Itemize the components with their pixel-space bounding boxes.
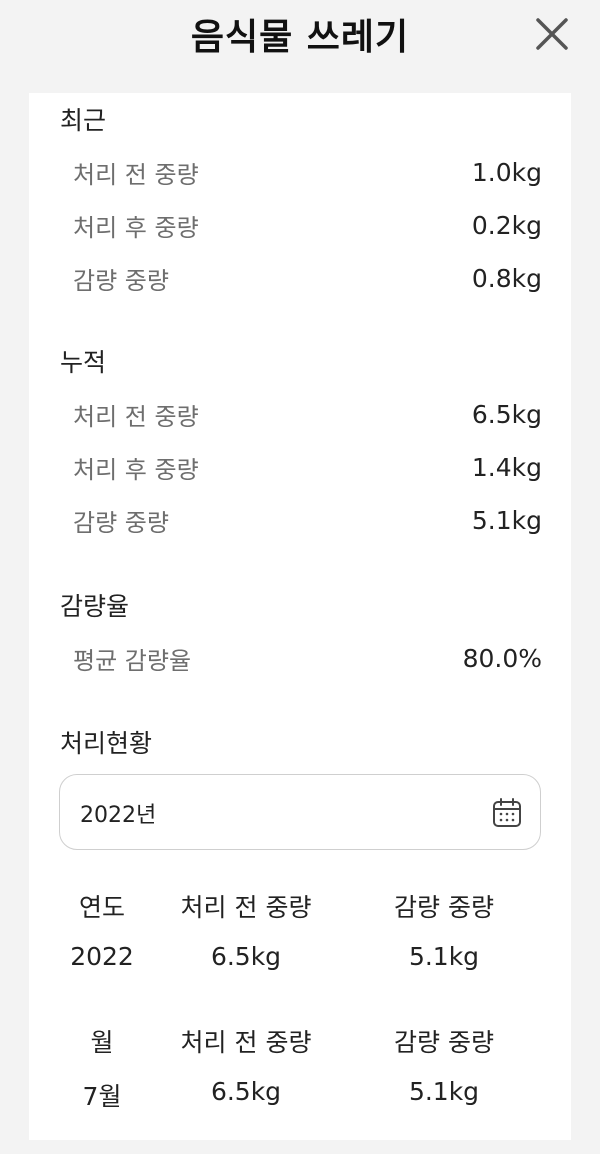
recent-row-reduced-weight: 감량 중량 0.8kg — [73, 260, 542, 296]
reduction-row-average-rate: 평균 감량율 80.0% — [73, 640, 542, 676]
monthly-value-reduced-weight: 5.1kg — [408, 1077, 480, 1106]
row-label: 처리 후 중량 — [73, 213, 199, 242]
year-picker-value: 2022년 — [80, 803, 157, 828]
page-title: 음식물 쓰레기 — [190, 17, 410, 58]
yearly-value-reduced-weight: 5.1kg — [408, 942, 480, 971]
cumulative-row-reduced-weight: 감량 중량 5.1kg — [73, 502, 542, 538]
row-value: 0.2kg — [471, 210, 542, 240]
close-button[interactable] — [532, 14, 572, 54]
monthly-header-month: 월 — [90, 1028, 114, 1057]
recent-row-before-weight: 처리 전 중량 1.0kg — [73, 154, 542, 190]
row-value: 0.8kg — [471, 263, 542, 293]
close-icon — [536, 18, 568, 50]
row-label: 감량 중량 — [73, 508, 169, 537]
row-label: 처리 후 중량 — [73, 455, 199, 484]
cumulative-row-before-weight: 처리 전 중량 6.5kg — [73, 396, 542, 432]
row-value: 5.1kg — [471, 505, 542, 535]
calendar-icon — [493, 798, 521, 827]
monthly-header-before-weight: 처리 전 중량 — [180, 1028, 312, 1057]
content-card: 최근 처리 전 중량 1.0kg 처리 후 중량 0.2kg 감량 중량 0.8… — [29, 93, 571, 1140]
yearly-value-before-weight: 6.5kg — [210, 942, 282, 971]
monthly-value-before-weight: 6.5kg — [210, 1077, 282, 1106]
monthly-header-reduced-weight: 감량 중량 — [394, 1028, 494, 1057]
yearly-value-year: 2022 — [70, 942, 134, 971]
yearly-header-year: 연도 — [78, 893, 125, 922]
section-title-recent: 최근 — [60, 106, 107, 135]
cumulative-row-after-weight: 처리 후 중량 1.4kg — [73, 449, 542, 485]
row-value: 1.0kg — [471, 157, 542, 187]
section-title-reduction-rate: 감량율 — [60, 592, 130, 621]
row-label: 감량 중량 — [73, 266, 169, 295]
row-value: 80.0% — [462, 643, 542, 673]
yearly-header-before-weight: 처리 전 중량 — [180, 893, 312, 922]
monthly-value-month: 7월 — [82, 1082, 122, 1111]
section-title-cumulative: 누적 — [60, 348, 107, 377]
row-label: 처리 전 중량 — [73, 160, 199, 189]
row-label: 처리 전 중량 — [73, 402, 199, 431]
yearly-header-reduced-weight: 감량 중량 — [394, 893, 494, 922]
row-value: 1.4kg — [471, 452, 542, 482]
recent-row-after-weight: 처리 후 중량 0.2kg — [73, 207, 542, 243]
row-value: 6.5kg — [471, 399, 542, 429]
row-label: 평균 감량율 — [73, 646, 192, 675]
section-title-status: 처리현황 — [60, 729, 153, 758]
header: 음식물 쓰레기 — [0, 0, 600, 70]
year-picker[interactable]: 2022년 — [59, 774, 541, 850]
